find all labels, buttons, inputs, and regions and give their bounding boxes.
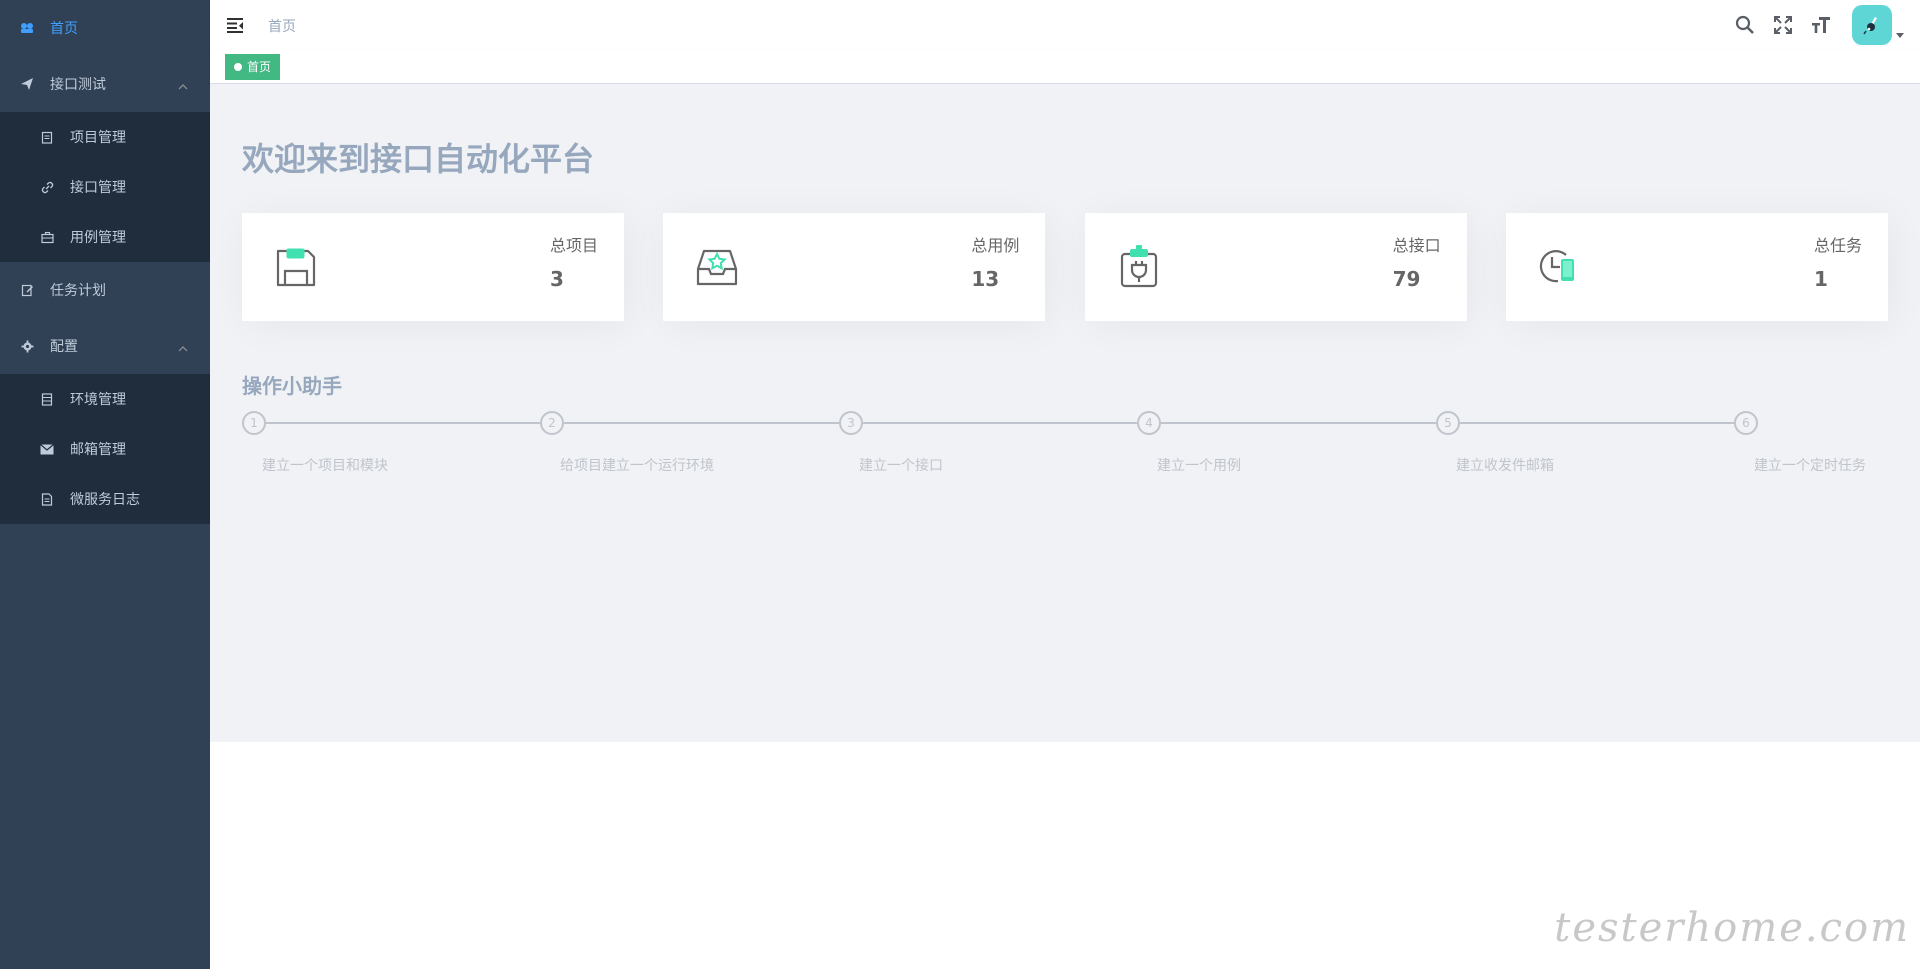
card-label: 总用例 <box>971 236 1020 255</box>
step-title: 建立一个定时任务 <box>1754 458 1866 474</box>
helper-title: 操作小助手 <box>242 374 342 398</box>
step-title: 建立一个用例 <box>1157 458 1241 474</box>
step-title: 给项目建立一个运行环境 <box>560 458 714 474</box>
sidebar-item-case-management[interactable]: 用例管理 <box>0 212 210 262</box>
save-disk-icon <box>276 248 316 287</box>
envelope-icon <box>40 442 54 456</box>
tag-home[interactable]: 首页 <box>225 54 281 80</box>
step-4: 4 建立一个用例 <box>1137 411 1436 474</box>
sidebar-item-label: 接口管理 <box>70 180 126 196</box>
clipboard-icon <box>40 130 54 144</box>
sidebar-item-config[interactable]: 配置 <box>0 318 210 374</box>
search-icon[interactable] <box>1726 0 1764 50</box>
active-dot-icon <box>234 63 242 71</box>
steps: 1 建立一个项目和模块 2 给项目建立一个运行环境 3 建立一个接口 4 建立一… <box>242 411 1888 481</box>
gear-icon <box>20 339 34 353</box>
sidebar: 首页 接口测试 项目管理 接口管理 用例管理 任务计划 配置 环境管理 邮箱管理… <box>0 0 210 969</box>
card-total-projects[interactable]: 总项目 3 <box>242 213 624 321</box>
step-1: 1 建立一个项目和模块 <box>242 411 540 474</box>
step-title: 建立一个项目和模块 <box>262 458 388 474</box>
sidebar-item-home[interactable]: 首页 <box>0 0 210 56</box>
step-2: 2 给项目建立一个运行环境 <box>540 411 839 474</box>
sidebar-item-label: 配置 <box>50 339 78 355</box>
sidebar-item-mail-management[interactable]: 邮箱管理 <box>0 424 210 474</box>
sidebar-item-label: 邮箱管理 <box>70 442 126 458</box>
sidebar-item-microservice-log[interactable]: 微服务日志 <box>0 474 210 524</box>
card-label: 总项目 <box>549 236 598 255</box>
briefcase-icon <box>40 230 54 244</box>
sidebar-item-label: 环境管理 <box>70 392 126 408</box>
sidebar-item-label: 接口测试 <box>50 77 106 93</box>
step-6: 6 建立一个定时任务 <box>1734 411 1866 474</box>
card-value: 1 <box>1813 267 1828 291</box>
step-number: 1 <box>242 411 266 435</box>
step-line <box>564 422 839 424</box>
sidebar-item-project-management[interactable]: 项目管理 <box>0 112 210 162</box>
card-label: 总接口 <box>1392 236 1441 255</box>
card-label: 总任务 <box>1813 236 1862 255</box>
font-size-icon[interactable] <box>1802 0 1840 50</box>
document-icon <box>40 492 54 506</box>
step-line <box>266 422 540 424</box>
step-title: 建立一个接口 <box>859 458 943 474</box>
step-line <box>863 422 1137 424</box>
sidebar-item-label: 任务计划 <box>50 283 106 299</box>
sidebar-item-env-management[interactable]: 环境管理 <box>0 374 210 424</box>
clock-phone-icon <box>1539 250 1574 283</box>
card-total-apis[interactable]: 总接口 79 <box>1084 213 1467 321</box>
step-number: 6 <box>1734 411 1758 435</box>
caret-down-icon[interactable] <box>1896 33 1904 38</box>
page-title: 欢迎来到接口自动化平台 <box>242 140 595 178</box>
step-3: 3 建立一个接口 <box>839 411 1137 474</box>
plug-icon <box>1120 245 1157 288</box>
list-icon <box>40 392 54 406</box>
card-value: 13 <box>971 267 1000 291</box>
avatar[interactable] <box>1852 5 1892 45</box>
card-value: 79 <box>1392 267 1421 291</box>
dashboard-main: 欢迎来到接口自动化平台 总项目 3 总用例 13 总接口 79 总任务 1 操作… <box>210 84 1920 742</box>
step-number: 5 <box>1436 411 1460 435</box>
inbox-star-icon <box>697 249 738 286</box>
fullscreen-icon[interactable] <box>1764 0 1802 50</box>
step-number: 3 <box>839 411 863 435</box>
step-line <box>1460 422 1734 424</box>
sidebar-item-task-plan[interactable]: 任务计划 <box>0 262 210 318</box>
navbar: 首页 <box>210 0 1920 50</box>
sidebar-item-api-management[interactable]: 接口管理 <box>0 162 210 212</box>
watermark: testerhome.com <box>1554 905 1910 951</box>
sidebar-item-label: 项目管理 <box>70 130 126 146</box>
step-5: 5 建立收发件邮箱 <box>1436 411 1734 474</box>
sidebar-item-label: 用例管理 <box>70 230 126 246</box>
send-icon <box>20 77 34 91</box>
edit-icon <box>20 283 34 297</box>
avatar-dropdown[interactable] <box>1852 5 1904 45</box>
sidebar-item-label: 首页 <box>50 21 78 37</box>
tags-view: 首页 <box>210 50 1920 84</box>
card-value: 3 <box>549 267 564 291</box>
breadcrumb[interactable]: 首页 <box>268 16 296 36</box>
sidebar-item-api-testing[interactable]: 接口测试 <box>0 56 210 112</box>
step-title: 建立收发件邮箱 <box>1456 458 1554 474</box>
submenu-config: 环境管理 邮箱管理 微服务日志 <box>0 374 210 524</box>
step-number: 2 <box>540 411 564 435</box>
hamburger-icon[interactable] <box>226 16 244 34</box>
link-icon <box>40 180 54 194</box>
chevron-up-icon <box>178 346 188 352</box>
chevron-up-icon <box>178 84 188 90</box>
submenu-api-testing: 项目管理 接口管理 用例管理 <box>0 112 210 262</box>
stat-cards: 总项目 3 总用例 13 总接口 79 总任务 1 <box>242 213 1888 321</box>
sidebar-item-label: 微服务日志 <box>70 492 140 508</box>
dashboard-icon <box>20 21 34 35</box>
step-number: 4 <box>1137 411 1161 435</box>
right-menu <box>1726 0 1920 50</box>
tag-label: 首页 <box>247 60 272 74</box>
step-line <box>1161 422 1436 424</box>
card-total-tasks[interactable]: 总任务 1 <box>1505 213 1888 321</box>
card-total-cases[interactable]: 总用例 13 <box>663 213 1046 321</box>
